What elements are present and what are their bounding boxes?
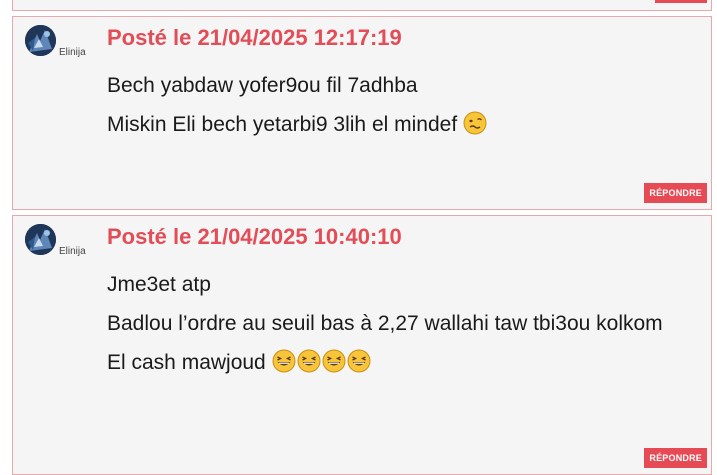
post-date: Posté le 21/04/2025 10:40:10	[107, 224, 402, 249]
post-line: El cash mawjoud	[107, 351, 266, 374]
post-body: Jme3et atp Badlou l’ordre au seuil bas à…	[107, 271, 697, 392]
username[interactable]: Elinija	[59, 47, 86, 58]
post-card: Elinija Posté le 21/04/2025 10:40:10 Jme…	[12, 215, 712, 475]
emoji-group	[272, 349, 372, 374]
reply-button[interactable]: RÉPONDRE	[644, 448, 707, 468]
avatar[interactable]	[25, 25, 56, 56]
post-card: Elinija Posté le 21/04/2025 12:17:19 Bec…	[12, 16, 712, 210]
avatar-image	[25, 25, 56, 56]
grinning-squinting-face-emoji-icon	[272, 349, 296, 380]
post-line: Bech yabdaw yofer9ou fil 7adhba	[107, 74, 418, 97]
reply-button[interactable]	[655, 0, 707, 3]
post-date: Posté le 21/04/2025 12:17:19	[107, 25, 402, 50]
post-line: Jme3et atp	[107, 273, 211, 296]
grinning-squinting-face-emoji-icon	[347, 349, 371, 380]
avatar-image	[25, 224, 56, 255]
previous-post-card	[12, 0, 712, 11]
reply-button[interactable]: RÉPONDRE	[644, 183, 707, 203]
post-line-with-emoji: El cash mawjoud	[107, 349, 697, 380]
post-line: Miskin Eli bech yetarbi9 3lih el mindef	[107, 113, 458, 136]
post-line: Badlou l’ordre au seuil bas à 2,27 walla…	[107, 312, 663, 335]
avatar[interactable]	[25, 224, 56, 255]
post-body: Bech yabdaw yofer9ou fil 7adhba Miskin E…	[107, 72, 697, 154]
post-line-with-emoji: Miskin Eli bech yetarbi9 3lih el mindef	[107, 111, 697, 142]
grinning-squinting-face-emoji-icon	[322, 349, 346, 380]
username[interactable]: Elinija	[59, 246, 86, 257]
woozy-face-emoji-icon	[463, 111, 487, 142]
grinning-squinting-face-emoji-icon	[297, 349, 321, 380]
